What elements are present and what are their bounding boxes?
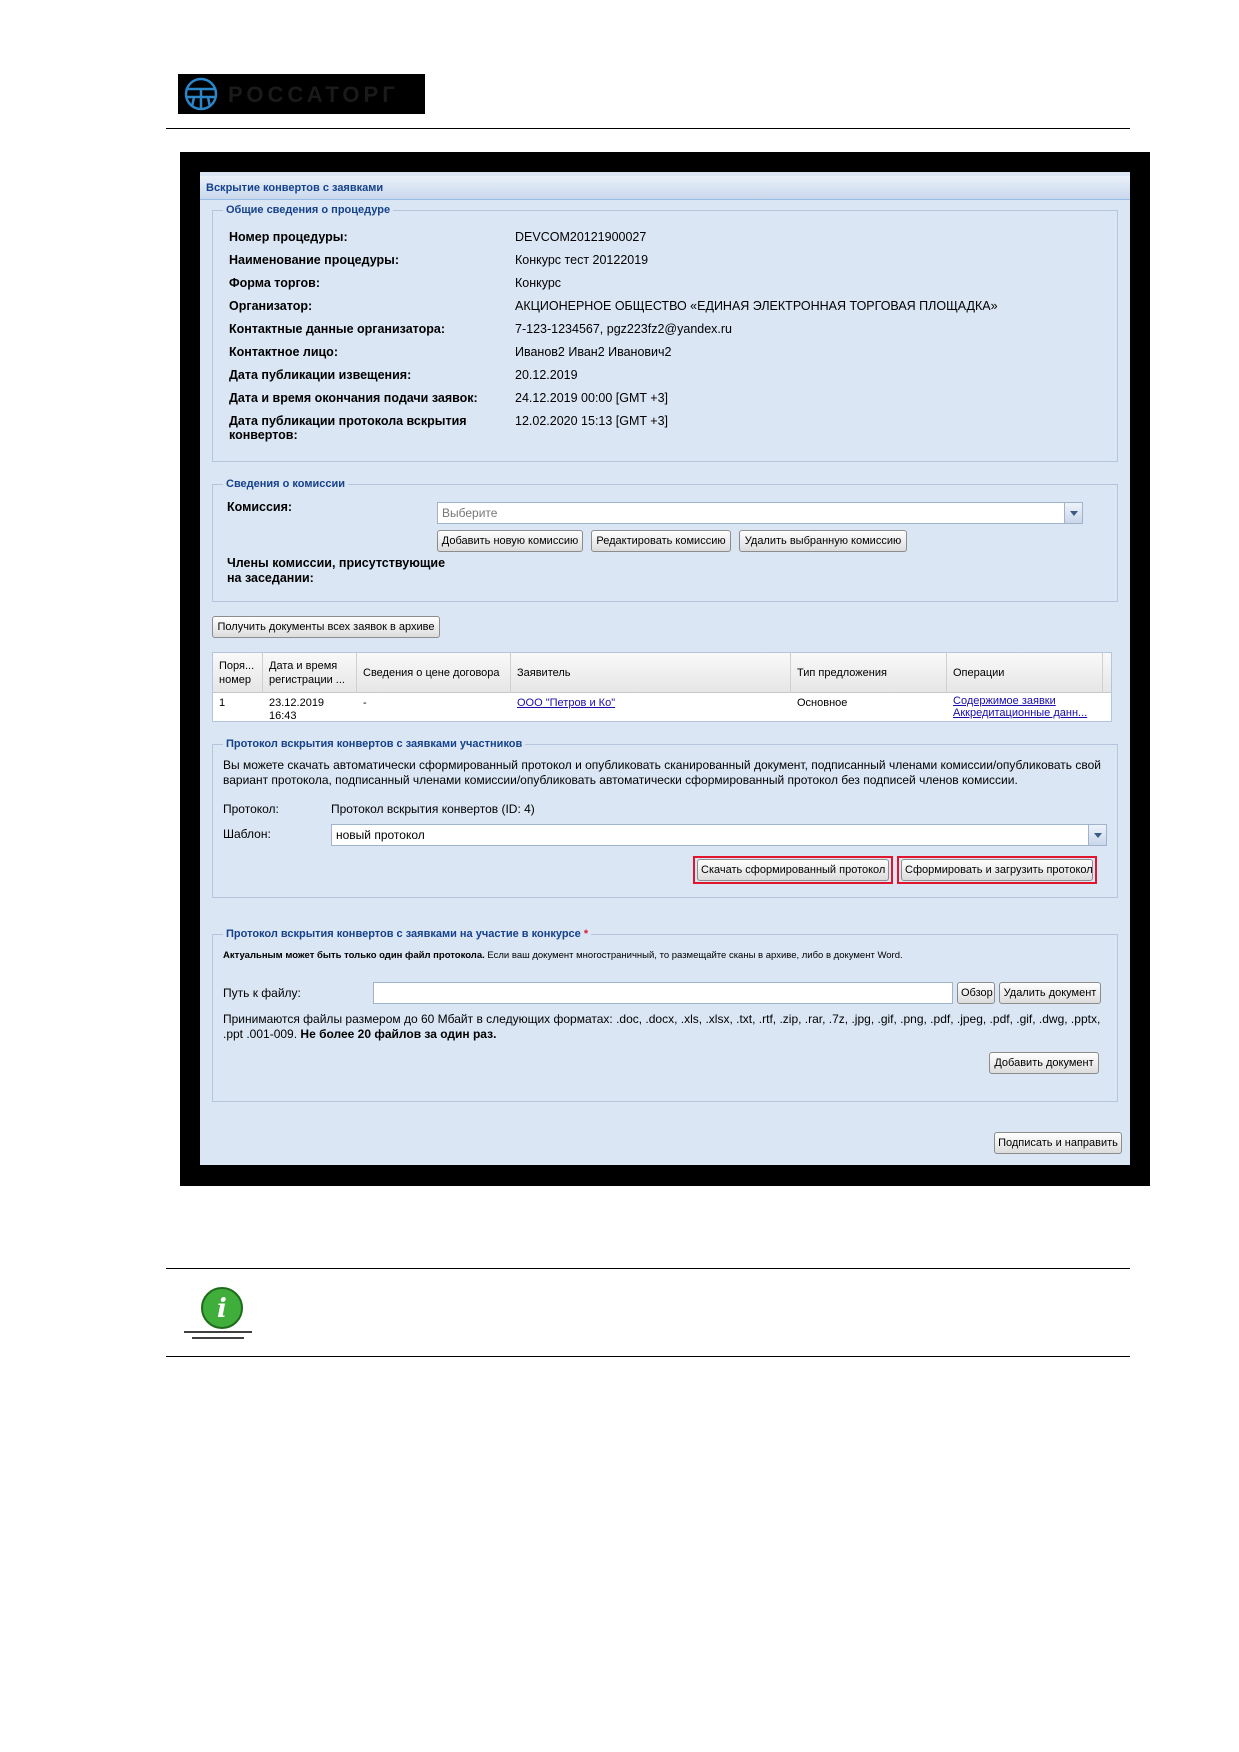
column-header[interactable]: Сведения о цене договора	[357, 653, 511, 693]
template-label: Шаблон:	[223, 827, 271, 841]
required-mark: *	[583, 928, 589, 940]
info-label: Дата и время окончания подачи заявок:	[229, 391, 478, 405]
svg-text:i: i	[217, 1294, 227, 1324]
info-label: Контактные данные организатора:	[229, 322, 446, 336]
column-header[interactable]: Операции	[947, 653, 1103, 693]
column-header[interactable]: Дата и время регистрации ...	[263, 653, 357, 693]
app-window: Вскрытие конвертов с заявками Общие свед…	[200, 172, 1130, 1165]
browse-button[interactable]: Обзор	[957, 982, 995, 1004]
commission-placeholder: Выберите	[442, 506, 498, 520]
upload-fieldset: Протокол вскрытия конвертов с заявками н…	[212, 928, 1118, 1102]
applicant-link[interactable]: ООО "Петров и Ко"	[511, 697, 621, 710]
template-select[interactable]: новый протокол	[331, 824, 1107, 846]
protocol-legend: Протокол вскрытия конвертов с заявками у…	[226, 738, 523, 750]
info-value: 7-123-1234567, pgz223fz2@yandex.ru	[515, 322, 733, 336]
info-value: Иванов2 Иван2 Иванович2	[515, 345, 672, 359]
commission-select[interactable]: Выберите	[437, 502, 1083, 524]
upload-note-text: Если ваш документ многостраничный, то ра…	[484, 950, 903, 961]
cell-price: -	[363, 697, 367, 709]
column-header[interactable]: Заявитель	[511, 653, 791, 693]
file-path-input[interactable]	[373, 982, 953, 1004]
info-value: Конкурс	[515, 276, 562, 290]
protocol-label: Протокол:	[223, 802, 279, 816]
allowed-formats-limit: Не более 20 файлов за один раз.	[300, 1027, 497, 1041]
grid-header: Поря... номер Дата и время регистрации .…	[213, 653, 1111, 693]
panel-title: Вскрытие конвертов с заявками	[200, 176, 1130, 200]
template-value: новый протокол	[336, 828, 425, 842]
info-label: Контактное лицо:	[229, 345, 338, 359]
general-info-legend: Общие сведения о процедуре	[226, 204, 391, 216]
info-label: Дата публикации извещения:	[229, 368, 412, 382]
info-value: Конкурс тест 20122019	[515, 253, 649, 267]
add-document-button[interactable]: Добавить документ	[989, 1052, 1099, 1074]
allowed-formats: Принимаются файлы размером до 60 Мбайт в…	[223, 1012, 1107, 1042]
info-label: Дата публикации протокола вскрытия конве…	[229, 414, 467, 442]
header-divider	[166, 128, 1130, 129]
logo-emblem-icon	[184, 77, 218, 111]
column-header[interactable]: Тип предложения	[791, 653, 947, 693]
info-label: Организатор:	[229, 299, 313, 313]
info-value: 12.02.2020 15:13 [GMT +3]	[515, 414, 669, 428]
commission-label: Комиссия:	[227, 500, 293, 514]
commission-legend: Сведения о комиссии	[226, 478, 346, 490]
accreditation-data-link[interactable]: Аккредитационные данн...	[947, 707, 1099, 720]
delete-document-button[interactable]: Удалить документ	[999, 982, 1101, 1004]
delete-commission-button[interactable]: Удалить выбранную комиссию	[739, 530, 907, 552]
chevron-down-icon[interactable]	[1064, 503, 1082, 523]
protocol-fieldset: Протокол вскрытия конвертов с заявками у…	[212, 738, 1118, 898]
commission-members-label: Члены комиссии, присутствующие на заседа…	[227, 556, 446, 585]
info-label: Форма торгов:	[229, 276, 321, 290]
applications-grid: Поря... номер Дата и время регистрации .…	[212, 652, 1112, 722]
info-label: Наименование процедуры:	[229, 253, 399, 267]
download-protocol-button[interactable]: Скачать сформированный протокол	[697, 859, 889, 881]
note-divider-bottom	[166, 1356, 1130, 1357]
info-label: Номер процедуры:	[229, 230, 348, 244]
protocol-value: Протокол вскрытия конвертов (ID: 4)	[331, 802, 535, 816]
cell-date: 23.12.2019 16:43	[269, 697, 325, 722]
protocol-description: Вы можете скачать автоматически сформиро…	[223, 758, 1101, 787]
chevron-down-icon[interactable]	[1088, 825, 1106, 845]
info-value: 20.12.2019	[515, 368, 578, 382]
cell-number: 1	[219, 697, 226, 709]
general-info-fieldset: Общие сведения о процедуре Номер процеду…	[212, 204, 1118, 462]
upload-legend-text: Протокол вскрытия конвертов с заявками н…	[226, 928, 581, 940]
generate-protocol-button[interactable]: Сформировать и загрузить протокол	[901, 859, 1093, 881]
archive-all-button[interactable]: Получить документы всех заявок в архиве	[212, 616, 440, 638]
company-logo: РОССАТОРГ	[178, 74, 425, 114]
commission-fieldset: Сведения о комиссии Комиссия: Выберите Д…	[212, 478, 1118, 602]
edit-commission-button[interactable]: Редактировать комиссию	[591, 530, 731, 552]
info-value: АКЦИОНЕРНОЕ ОБЩЕСТВО «ЕДИНАЯ ЭЛЕКТРОННАЯ…	[515, 299, 998, 313]
info-icon: i	[184, 1287, 252, 1339]
file-path-label: Путь к файлу:	[223, 986, 301, 1000]
upload-legend: Протокол вскрытия конвертов с заявками н…	[223, 928, 591, 940]
info-value: DEVCOM20121900027	[515, 230, 647, 244]
add-commission-button[interactable]: Добавить новую комиссию	[437, 530, 583, 552]
upload-note-bold: Актуальным может быть только один файл п…	[223, 950, 485, 961]
sign-and-send-button[interactable]: Подписать и направить	[994, 1132, 1122, 1154]
info-value: 24.12.2019 00:00 [GMT +3]	[515, 391, 669, 405]
column-header[interactable]: Поря... номер	[213, 653, 263, 693]
upload-note: Актуальным может быть только один файл п…	[223, 950, 903, 961]
cell-type: Основное	[797, 697, 848, 709]
note-divider-top	[166, 1268, 1130, 1269]
logo-text: РОССАТОРГ	[228, 82, 399, 107]
